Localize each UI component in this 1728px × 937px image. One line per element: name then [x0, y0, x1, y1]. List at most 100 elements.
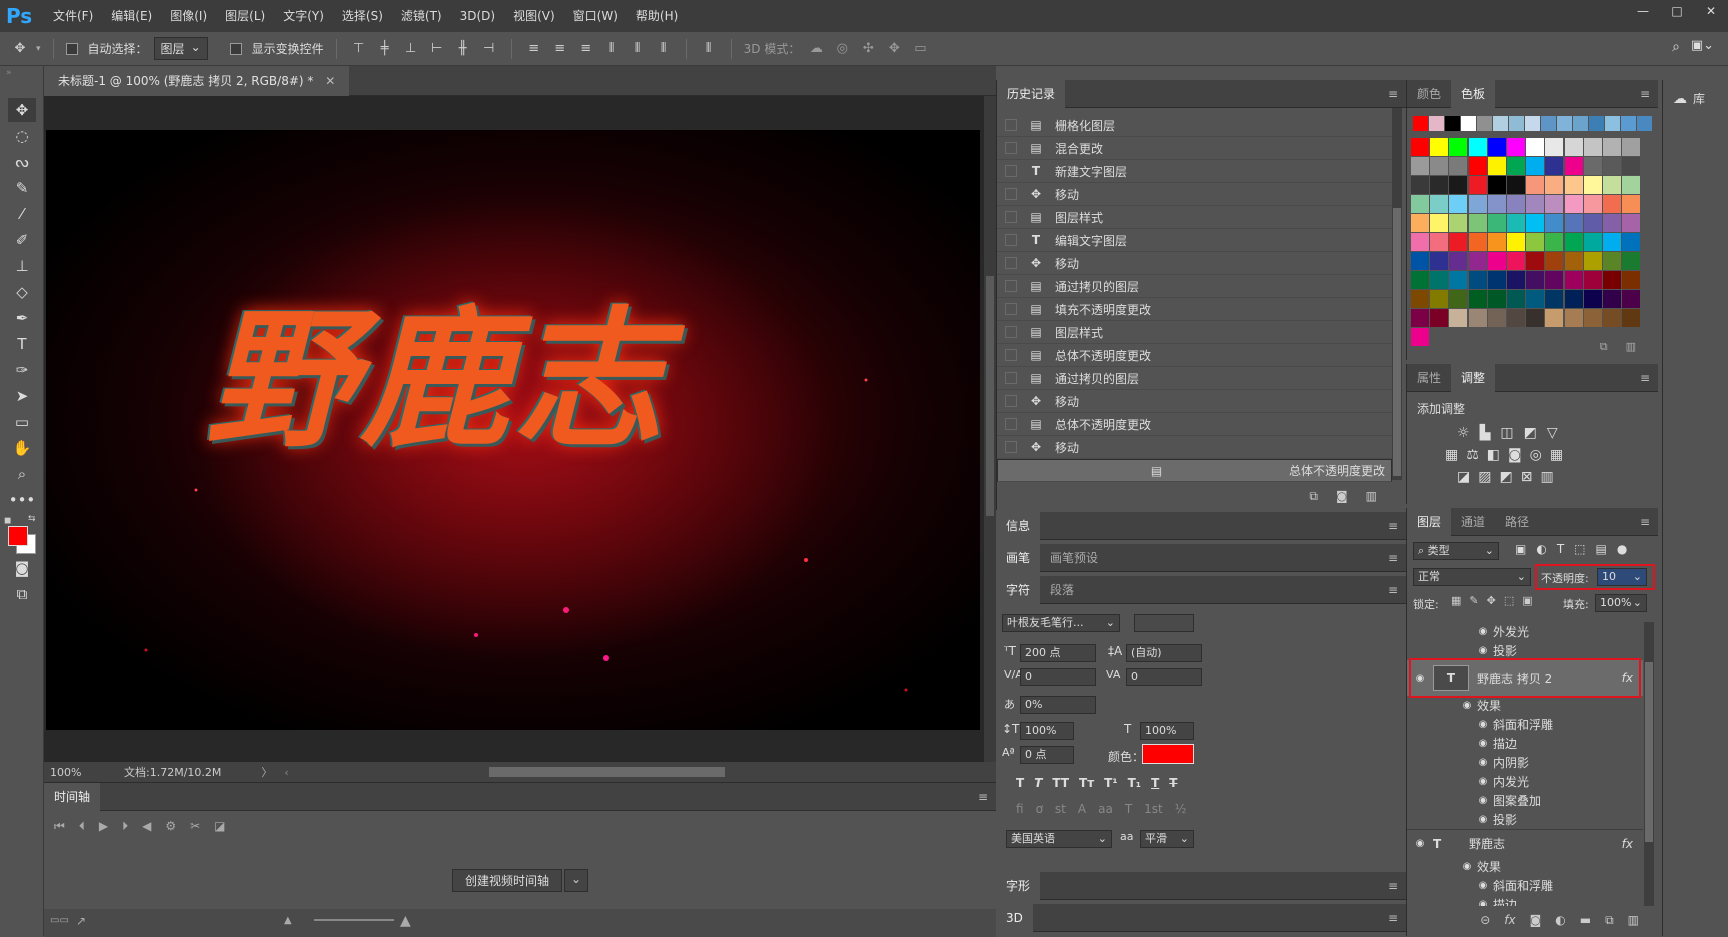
auto-align-icon[interactable]: ⫴ [699, 39, 719, 59]
history-row[interactable]: ▤ 栅格化图层 [997, 114, 1392, 137]
color-swatch[interactable] [1622, 233, 1641, 251]
canvas-vertical-scrollbar[interactable] [984, 96, 996, 762]
color-swatch[interactable] [1622, 138, 1641, 156]
color-swatch[interactable] [1564, 252, 1583, 270]
brush-tool-icon[interactable]: ✐ [8, 228, 36, 252]
history-snapshot-checkbox[interactable] [1012, 464, 1024, 477]
color-swatch[interactable] [1564, 195, 1583, 213]
history-snapshot-checkbox[interactable] [1005, 165, 1017, 177]
color-swatch[interactable] [1449, 233, 1468, 251]
color-swatch[interactable] [1430, 309, 1449, 327]
library-button[interactable]: ☁ 库 [1663, 80, 1728, 117]
swash-icon[interactable]: A [1078, 802, 1086, 816]
lock-all-icon[interactable]: ▣ [1522, 594, 1532, 607]
tab-swatches[interactable]: 色板 [1451, 79, 1496, 108]
stylistic-alt-icon[interactable]: aa [1098, 802, 1113, 816]
history-scrollbar[interactable] [1392, 108, 1402, 480]
pen-tool-icon[interactable]: ✒ [8, 306, 36, 330]
color-swatch[interactable] [1411, 195, 1429, 213]
chevron-down-icon[interactable]: ⌄ [564, 869, 589, 892]
history-snapshot-checkbox[interactable] [1005, 234, 1017, 246]
3d-pan-icon[interactable]: ✣ [858, 39, 878, 59]
prev-frame-icon[interactable]: ⏴ [79, 819, 85, 834]
document-canvas[interactable]: 野鹿志 [46, 130, 980, 730]
color-swatch[interactable] [1507, 214, 1525, 232]
color-swatch[interactable] [1583, 233, 1602, 251]
color-swatch[interactable] [1487, 252, 1506, 270]
color-swatch[interactable] [1411, 328, 1429, 346]
effect-row[interactable]: ◉ 投影 [1407, 810, 1643, 829]
transition-icon[interactable]: ◪ [214, 819, 225, 834]
history-row[interactable]: ▤ 混合更改 [997, 137, 1392, 160]
marquee-tool-icon[interactable]: ◌ [8, 124, 36, 148]
color-swatch[interactable] [1603, 138, 1621, 156]
render-icon[interactable]: ▭▭ [50, 915, 69, 926]
color-swatch[interactable] [1564, 157, 1583, 175]
color-swatch[interactable] [1526, 138, 1545, 156]
color-swatch[interactable] [1468, 138, 1487, 156]
snapshot-camera-icon[interactable]: ◙ [1336, 489, 1348, 503]
history-snapshot-checkbox[interactable] [1005, 372, 1017, 384]
color-swatch[interactable] [1573, 116, 1588, 131]
color-swatch[interactable] [1545, 252, 1564, 270]
color-swatch[interactable] [1557, 116, 1572, 131]
scroll-left-icon[interactable]: ‹ [284, 766, 288, 779]
ligature-icon[interactable]: fi [1016, 802, 1024, 816]
color-swatch[interactable] [1603, 195, 1621, 213]
tab-glyphs[interactable]: 字形 [996, 871, 1041, 900]
color-swatch[interactable] [1468, 157, 1487, 175]
threshold-icon[interactable]: ◩ [1499, 469, 1512, 485]
panel-menu-icon[interactable]: ≡ [1388, 551, 1398, 565]
color-swatch[interactable] [1525, 116, 1540, 131]
history-row[interactable]: ▤ 图层样式 [997, 206, 1392, 229]
color-lookup-icon[interactable]: ▦ [1550, 447, 1563, 463]
menu-item[interactable]: 编辑(E) [102, 0, 161, 32]
distribute-vcenter-icon[interactable]: ≡ [550, 39, 570, 59]
color-swatch[interactable] [1430, 195, 1449, 213]
small-caps-icon[interactable]: Tт [1079, 776, 1094, 790]
history-row[interactable]: ▤ 总体不透明度更改 [997, 344, 1392, 367]
color-swatch[interactable] [1583, 290, 1602, 308]
tsume-input[interactable]: 0% [1020, 696, 1096, 714]
color-swatch[interactable] [1487, 176, 1506, 194]
color-swatch[interactable] [1564, 309, 1583, 327]
menu-item[interactable]: 3D(D) [451, 0, 504, 32]
color-swatch[interactable] [1583, 195, 1602, 213]
align-left-icon[interactable]: ⊢ [427, 39, 447, 59]
discretionary-ligature-icon[interactable]: st [1055, 802, 1066, 816]
scrollbar-thumb[interactable] [1393, 208, 1401, 476]
move-tool-icon[interactable]: ✥ [10, 39, 30, 59]
color-swatch[interactable] [1487, 138, 1506, 156]
lasso-tool-icon[interactable]: ᔓ [8, 150, 36, 174]
color-swatch[interactable] [1430, 271, 1449, 289]
color-swatch[interactable] [1507, 157, 1525, 175]
color-swatch[interactable] [1507, 233, 1525, 251]
panel-menu-icon[interactable]: ≡ [1388, 583, 1398, 597]
history-row[interactable]: ▤ 图层样式 [997, 321, 1392, 344]
delete-trash-icon[interactable]: ▥ [1628, 913, 1639, 927]
menu-item[interactable]: 帮助(H) [627, 0, 687, 32]
color-swatch[interactable] [1589, 116, 1604, 131]
color-swatch[interactable] [1603, 157, 1621, 175]
color-swatch[interactable] [1430, 233, 1449, 251]
color-swatch[interactable] [1603, 214, 1621, 232]
hue-saturation-icon[interactable]: ▦ [1445, 447, 1458, 463]
layer-row[interactable]: ◉ T 野鹿志 fx [1407, 829, 1643, 857]
align-top-icon[interactable]: ⊤ [349, 39, 369, 59]
text-color-swatch[interactable] [1142, 744, 1194, 764]
visibility-eye-icon[interactable]: ◉ [1457, 700, 1477, 711]
filter-toggle-icon[interactable]: ● [1617, 542, 1627, 556]
direct-select-tool-icon[interactable]: ➤ [8, 384, 36, 408]
move-tool-icon[interactable]: ✥ [8, 98, 36, 122]
new-group-folder-icon[interactable]: ▬ [1580, 913, 1591, 927]
show-transform-checkbox[interactable] [229, 42, 242, 55]
stamp-tool-icon[interactable]: ⊥ [8, 254, 36, 278]
color-swatch[interactable] [1507, 252, 1525, 270]
font-family-select[interactable]: 叶根友毛笔行... ⌄ [1002, 614, 1120, 632]
color-swatch[interactable] [1468, 252, 1487, 270]
align-hcenter-icon[interactable]: ╫ [453, 39, 473, 59]
lock-transparency-icon[interactable]: ▦ [1451, 594, 1461, 607]
color-swatch[interactable] [1526, 252, 1545, 270]
history-snapshot-checkbox[interactable] [1005, 280, 1017, 292]
tab-properties[interactable]: 属性 [1407, 364, 1451, 392]
